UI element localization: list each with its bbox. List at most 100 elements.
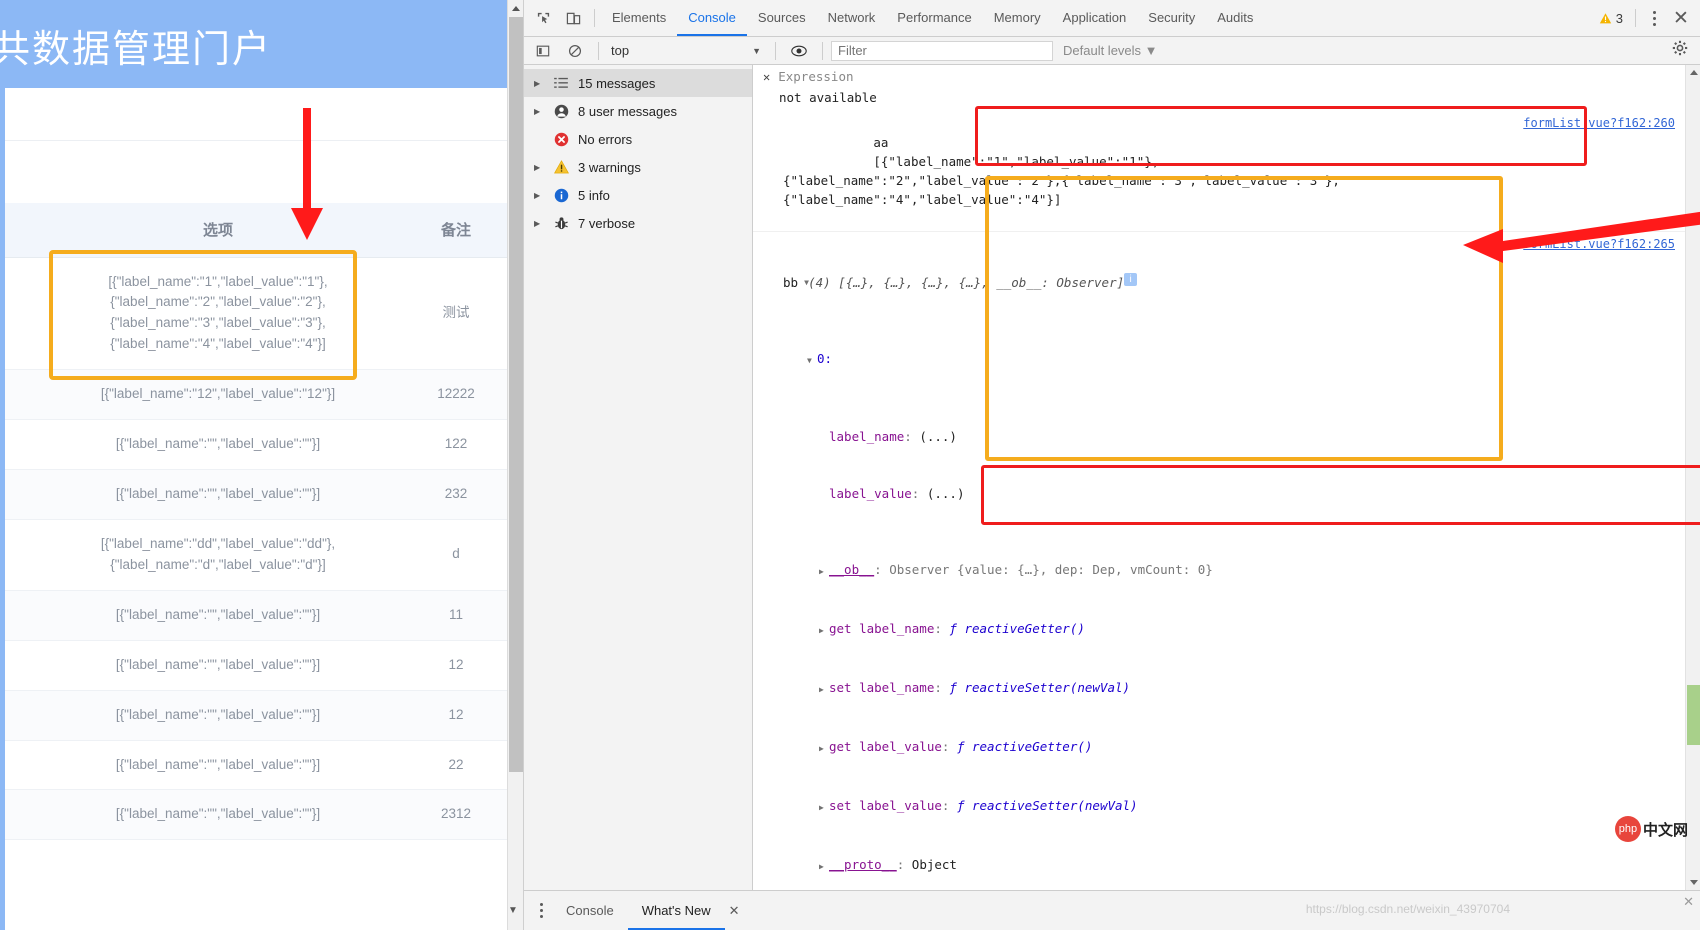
expand-triangle-icon[interactable]: ▶	[819, 562, 829, 581]
page-scrollbar[interactable]	[507, 0, 523, 930]
sidebar-item-user-messages[interactable]: ▶ 8 user messages	[524, 97, 752, 125]
table-row[interactable]: [{"label_name":"dd","label_value":"dd"},…	[0, 519, 523, 591]
tree-line[interactable]: ▼ 0:	[783, 349, 1513, 370]
live-expression-eye-icon[interactable]	[784, 37, 814, 65]
cell-index	[0, 789, 48, 841]
clear-console-icon[interactable]	[560, 37, 590, 65]
tree-value[interactable]: (...)	[919, 429, 957, 444]
tab-application[interactable]: Application	[1052, 0, 1138, 36]
console-scrollbar[interactable]	[1685, 65, 1700, 890]
bb-header-line[interactable]: bb ▼ (4) [{…}, {…}, {…}, {…}, __ob__: Ob…	[783, 273, 1513, 292]
log-levels-dropdown[interactable]: Default levels ▼	[1055, 43, 1166, 58]
column-header-note[interactable]: 备注	[388, 203, 523, 258]
expand-triangle-icon[interactable]: ▶	[819, 621, 829, 640]
console-message-bb[interactable]: bb ▼ (4) [{…}, {…}, {…}, {…}, __ob__: Ob…	[753, 232, 1685, 890]
user-icon	[552, 104, 570, 119]
tree-key: set label_name	[829, 680, 935, 695]
tab-security[interactable]: Security	[1137, 0, 1206, 36]
expand-triangle-icon[interactable]: ▶	[534, 191, 544, 200]
table-row[interactable]: [{"label_name":"1","label_value":"1"}, {…	[0, 257, 523, 371]
console-message-aa[interactable]: aa [{"label_name":"1","label_value":"1"}…	[753, 111, 1685, 232]
toggle-console-sidebar-icon[interactable]	[528, 37, 558, 65]
tree-line[interactable]: ▶ __proto__: Object	[783, 855, 1513, 876]
page-scrollbar-thumb[interactable]	[509, 17, 523, 772]
table-row[interactable]: [{"label_name":"","label_value":""}] 11	[0, 590, 523, 641]
cell-index	[0, 690, 48, 741]
scroll-down-arrow-icon[interactable]	[1686, 875, 1700, 890]
cell-option: [{"label_name":"","label_value":""}]	[48, 740, 388, 791]
cell-index	[0, 369, 48, 421]
table-row[interactable]: [{"label_name":"","label_value":""}] 122	[0, 419, 523, 471]
message-source-link[interactable]: formList.vue?f162:265	[1513, 235, 1675, 254]
drawer-more-icon[interactable]	[530, 903, 552, 918]
devtools-settings-icon[interactable]	[1664, 40, 1696, 61]
tree-line[interactable]: ▶ __ob__: Observer {value: {…}, dep: Dep,…	[783, 560, 1513, 581]
expand-triangle-icon[interactable]: ▶	[819, 739, 829, 758]
expand-triangle-icon[interactable]: ▶	[534, 107, 544, 116]
scroll-up-arrow-icon[interactable]	[508, 0, 523, 17]
sidebar-item-warnings[interactable]: ▶ 3 warnings	[524, 153, 752, 181]
cell-note: 测试	[388, 257, 523, 371]
console-message-list: ✕ Expression not available aa [{"label_n…	[753, 65, 1685, 890]
tree-line[interactable]: ▶ set label_name: ƒ reactiveSetter(newVal…	[783, 678, 1513, 699]
annotation-arrow-down	[291, 108, 323, 240]
drawer-far-close-icon[interactable]: ✕	[1683, 894, 1694, 910]
tree-line[interactable]: ▶ set label_value: ƒ reactiveSetter(newVa…	[783, 796, 1513, 817]
sidebar-item-all-messages[interactable]: ▶ 15 messages	[524, 69, 752, 97]
close-devtools-icon[interactable]: ✕	[1666, 9, 1696, 28]
cell-option: [{"label_name":"","label_value":""}]	[48, 469, 388, 520]
drawer-close-icon[interactable]: ✕	[725, 903, 740, 919]
filterbar-divider	[598, 41, 599, 60]
devtools-tabbar: Elements Console Sources Network Perform…	[524, 0, 1700, 37]
sidebar-item-info[interactable]: ▶ 5 info	[524, 181, 752, 209]
column-header-index[interactable]	[0, 203, 48, 258]
cell-index	[0, 640, 48, 691]
tree-value[interactable]: (...)	[927, 486, 965, 501]
sidebar-item-verbose[interactable]: ▶ 7 verbose	[524, 209, 752, 237]
collapse-triangle-icon[interactable]: ▼	[798, 273, 809, 292]
devtools-more-icon[interactable]	[1642, 10, 1666, 26]
expand-triangle-icon[interactable]: ▶	[534, 79, 544, 88]
inspect-element-icon[interactable]	[528, 4, 558, 32]
close-icon[interactable]: ✕	[763, 70, 770, 84]
table-header-row: 选项 备注	[0, 203, 523, 258]
warning-count-indicator[interactable]: 3	[1599, 11, 1629, 26]
table-row[interactable]: [{"label_name":"","label_value":""}] 232	[0, 469, 523, 520]
cell-index	[0, 419, 48, 471]
expand-triangle-icon[interactable]: ▶	[534, 163, 544, 172]
expand-triangle-icon[interactable]: ▶	[819, 857, 829, 876]
device-toolbar-icon[interactable]	[558, 4, 588, 32]
expand-triangle-icon[interactable]: ▶	[819, 680, 829, 699]
live-expression-row[interactable]: ✕ Expression	[753, 65, 1685, 88]
sidebar-item-errors[interactable]: No errors	[524, 125, 752, 153]
drawer-collapse-icon[interactable]: ▼	[508, 905, 518, 916]
execution-context-select[interactable]: top ▼	[607, 41, 767, 61]
tab-memory[interactable]: Memory	[983, 0, 1052, 36]
tab-console[interactable]: Console	[677, 0, 747, 36]
drawer-tab-console[interactable]: Console	[552, 891, 628, 930]
table-row[interactable]: [{"label_name":"","label_value":""}] 22	[0, 740, 523, 791]
expand-triangle-icon[interactable]: ▶	[819, 798, 829, 817]
collapse-triangle-icon[interactable]: ▼	[807, 351, 817, 370]
console-scrollbar-thumb[interactable]	[1687, 685, 1700, 745]
tab-elements[interactable]: Elements	[601, 0, 677, 36]
drawer-tab-whats-new[interactable]: What's New	[628, 891, 725, 930]
column-header-option[interactable]: 选项	[48, 203, 388, 258]
scroll-up-arrow-icon[interactable]	[1686, 65, 1700, 80]
console-filter-input[interactable]	[831, 40, 1053, 61]
table-row[interactable]: [{"label_name":"12","label_value":"12"}]…	[0, 369, 523, 421]
table-row[interactable]: [{"label_name":"","label_value":""}] 12	[0, 640, 523, 691]
tree-line[interactable]: ▶ get label_value: ƒ reactiveGetter()	[783, 737, 1513, 758]
tab-performance[interactable]: Performance	[886, 0, 982, 36]
info-badge-icon[interactable]: i	[1124, 273, 1138, 286]
expand-triangle-icon[interactable]: ▶	[534, 219, 544, 228]
chevron-down-icon: ▼	[752, 45, 761, 56]
message-source-link[interactable]: formList.vue?f162:260	[1513, 114, 1675, 133]
tab-network[interactable]: Network	[817, 0, 887, 36]
tab-sources[interactable]: Sources	[747, 0, 817, 36]
tree-line[interactable]: ▶ get label_name: ƒ reactiveGetter()	[783, 619, 1513, 640]
tab-audits[interactable]: Audits	[1206, 0, 1264, 36]
table-row[interactable]: [{"label_name":"","label_value":""}] 231…	[0, 789, 523, 841]
table-row[interactable]: [{"label_name":"","label_value":""}] 12	[0, 690, 523, 741]
console-message-area[interactable]: ✕ Expression not available aa [{"label_n…	[753, 65, 1700, 890]
